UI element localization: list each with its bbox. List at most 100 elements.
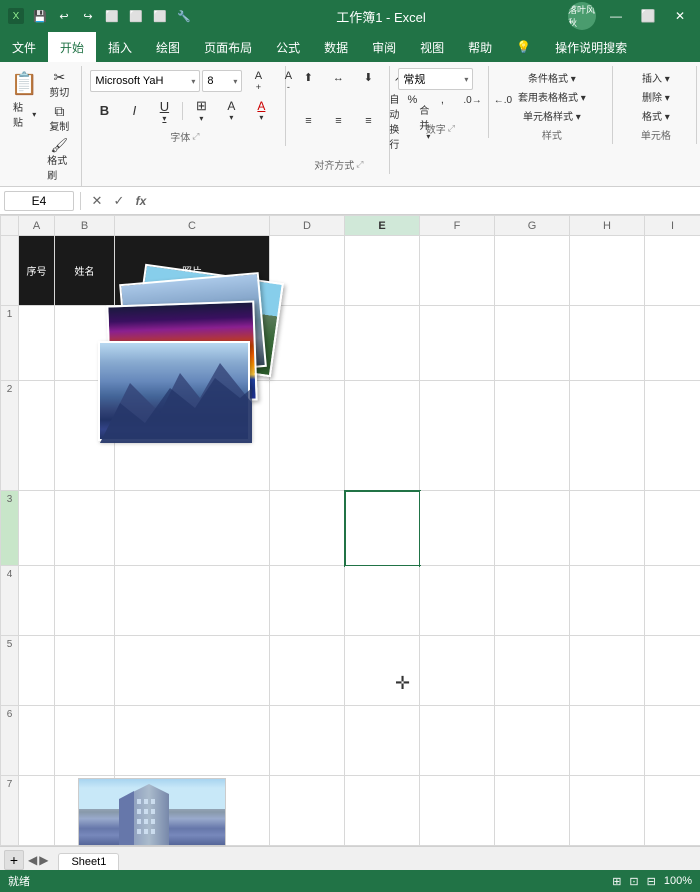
cell-D7[interactable]: [270, 706, 345, 776]
cell-A5[interactable]: [19, 566, 55, 636]
cell-I4[interactable]: [645, 491, 700, 566]
cell-G1[interactable]: [495, 236, 570, 306]
minimize-btn[interactable]: —: [604, 4, 628, 28]
cell-E2[interactable]: [345, 306, 420, 381]
cell-style-btn[interactable]: 单元格样式 ▾: [497, 106, 606, 125]
cell-D4[interactable]: [270, 491, 345, 566]
cell-B6[interactable]: [55, 636, 115, 706]
cell-C4[interactable]: [115, 491, 270, 566]
paste-button[interactable]: 📋 粘贴▾: [8, 68, 41, 132]
col-F-header[interactable]: F: [420, 216, 495, 236]
cell-E6[interactable]: [345, 636, 420, 706]
cell-A1[interactable]: 序号: [19, 236, 55, 306]
menu-insert[interactable]: 插入: [96, 32, 144, 62]
menu-review[interactable]: 审阅: [360, 32, 408, 62]
cell-G2[interactable]: [495, 306, 570, 381]
table-format-btn[interactable]: 套用表格格式 ▾: [497, 87, 606, 106]
cell-A6[interactable]: [19, 636, 55, 706]
insert-cells-btn[interactable]: 插入 ▾: [621, 68, 690, 87]
col-H-header[interactable]: H: [570, 216, 645, 236]
view-normal-btn[interactable]: ⊞: [612, 875, 621, 888]
cell-I2[interactable]: [645, 306, 700, 381]
cell-F6[interactable]: [420, 636, 495, 706]
menu-draw[interactable]: 绘图: [144, 32, 192, 62]
menu-search[interactable]: 操作说明搜索: [543, 32, 639, 62]
cell-A8[interactable]: [19, 776, 55, 846]
cell-I3[interactable]: [645, 381, 700, 491]
qa-extra1[interactable]: ⬜: [102, 6, 122, 26]
align-top-btn[interactable]: ⬆: [294, 68, 322, 87]
cell-G7[interactable]: [495, 706, 570, 776]
menu-formula[interactable]: 公式: [264, 32, 312, 62]
qa-extra2[interactable]: ⬜: [126, 6, 146, 26]
menu-data[interactable]: 数据: [312, 32, 360, 62]
sheet-nav-next[interactable]: ▶: [39, 853, 48, 867]
formula-fx-btn[interactable]: fx: [131, 191, 151, 211]
cell-H3[interactable]: [570, 381, 645, 491]
delete-cells-btn[interactable]: 删除 ▾: [621, 87, 690, 106]
cell-H2[interactable]: [570, 306, 645, 381]
cut-button[interactable]: ✂剪切: [43, 68, 75, 101]
fill-color-button[interactable]: A ▾: [217, 96, 245, 125]
underline-button[interactable]: U▾: [150, 96, 178, 126]
cell-E3[interactable]: [345, 381, 420, 491]
align-center-btn[interactable]: ≡: [324, 112, 352, 130]
cell-G3[interactable]: [495, 381, 570, 491]
font-color-button[interactable]: A ▾: [247, 96, 275, 125]
font-name-selector[interactable]: Microsoft YaH ▾: [90, 70, 200, 92]
format-cells-btn[interactable]: 格式 ▾: [621, 106, 690, 125]
border-button[interactable]: ⊞▾: [187, 95, 215, 126]
cell-I1[interactable]: [645, 236, 700, 306]
cell-E5[interactable]: [345, 566, 420, 636]
cell-F5[interactable]: [420, 566, 495, 636]
cell-I7[interactable]: [645, 706, 700, 776]
cell-H4[interactable]: [570, 491, 645, 566]
increase-decimal-btn[interactable]: .0→: [458, 92, 486, 109]
cell-D3[interactable]: [270, 381, 345, 491]
cell-H1[interactable]: [570, 236, 645, 306]
cell-A7[interactable]: [19, 706, 55, 776]
cell-F3[interactable]: [420, 381, 495, 491]
close-btn[interactable]: ✕: [668, 4, 692, 28]
add-sheet-btn[interactable]: +: [4, 850, 24, 870]
menu-view[interactable]: 视图: [408, 32, 456, 62]
cell-E4[interactable]: [345, 491, 420, 566]
cell-H7[interactable]: [570, 706, 645, 776]
sheet-nav-prev[interactable]: ◀: [28, 853, 37, 867]
menu-home[interactable]: 开始: [48, 32, 96, 62]
font-increase-btn[interactable]: A+: [244, 68, 272, 94]
cell-G4[interactable]: [495, 491, 570, 566]
maximize-btn[interactable]: ⬜: [636, 4, 660, 28]
cell-F7[interactable]: [420, 706, 495, 776]
font-size-selector[interactable]: 8 ▾: [202, 70, 242, 92]
bold-button[interactable]: B: [90, 100, 118, 121]
cell-E7[interactable]: [345, 706, 420, 776]
cell-C5[interactable]: [115, 566, 270, 636]
user-avatar[interactable]: 落叶风秋: [568, 2, 596, 30]
cell-D8[interactable]: [270, 776, 345, 846]
italic-button[interactable]: I: [120, 100, 148, 121]
undo-btn[interactable]: ↩: [54, 6, 74, 26]
cell-D6[interactable]: [270, 636, 345, 706]
menu-layout[interactable]: 页面布局: [192, 32, 264, 62]
cell-F1[interactable]: [420, 236, 495, 306]
cell-G5[interactable]: [495, 566, 570, 636]
building-photo[interactable]: [78, 778, 226, 846]
col-G-header[interactable]: G: [495, 216, 570, 236]
copy-button[interactable]: ⧉复制: [43, 102, 75, 135]
col-C-header[interactable]: C: [115, 216, 270, 236]
cell-I5[interactable]: [645, 566, 700, 636]
number-format-selector[interactable]: 常规 ▾: [398, 68, 473, 90]
formula-confirm-btn[interactable]: ✓: [109, 191, 129, 211]
cell-I8[interactable]: [645, 776, 700, 846]
sheet-tab-sheet1[interactable]: Sheet1: [58, 853, 119, 870]
photo-card-4[interactable]: [98, 341, 250, 441]
format-painter-button[interactable]: 🖌格式刷: [43, 136, 75, 184]
cell-H6[interactable]: [570, 636, 645, 706]
cell-G8[interactable]: [495, 776, 570, 846]
cell-F4[interactable]: [420, 491, 495, 566]
menu-lightbulb[interactable]: 💡: [504, 32, 543, 62]
cell-B5[interactable]: [55, 566, 115, 636]
save-btn[interactable]: 💾: [30, 6, 50, 26]
cell-E8[interactable]: [345, 776, 420, 846]
